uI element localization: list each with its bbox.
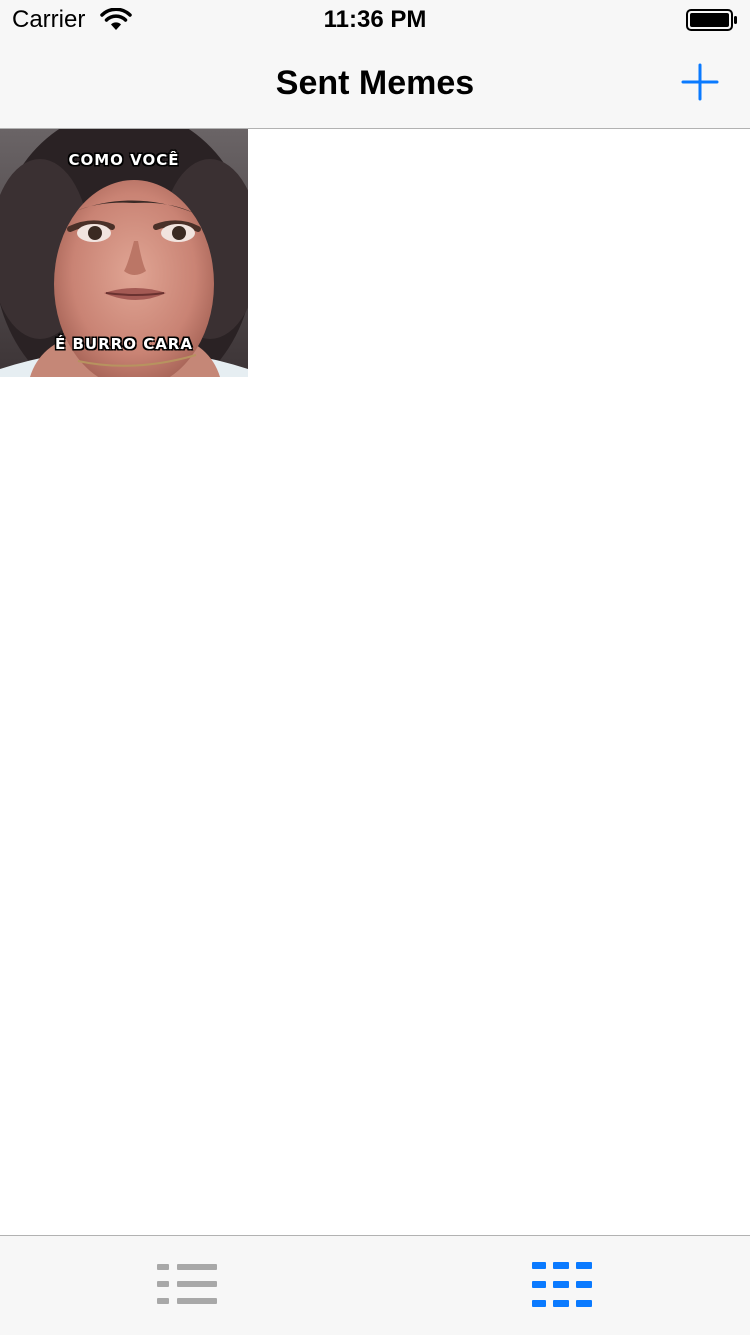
meme-collection: COMO VOCÊ É BURRO CARA <box>0 129 750 1235</box>
plus-icon <box>681 63 719 101</box>
navigation-bar: Sent Memes <box>0 40 750 129</box>
add-meme-button[interactable] <box>680 62 720 102</box>
tab-table-view[interactable] <box>0 1236 375 1335</box>
clock: 11:36 PM <box>323 6 427 33</box>
meme-cell[interactable]: COMO VOCÊ É BURRO CARA <box>0 129 248 377</box>
page-title: Sent Memes <box>275 64 475 102</box>
grid-icon <box>532 1262 592 1307</box>
battery-full-icon <box>686 9 737 31</box>
meme-bottom-text: É BURRO CARA <box>55 335 193 353</box>
status-bar: Carrier 11:36 PM <box>0 0 750 40</box>
list-icon <box>157 1264 217 1304</box>
meme-top-text: COMO VOCÊ <box>68 151 180 169</box>
tab-bar <box>0 1235 750 1335</box>
tab-collection-view[interactable] <box>375 1236 750 1335</box>
